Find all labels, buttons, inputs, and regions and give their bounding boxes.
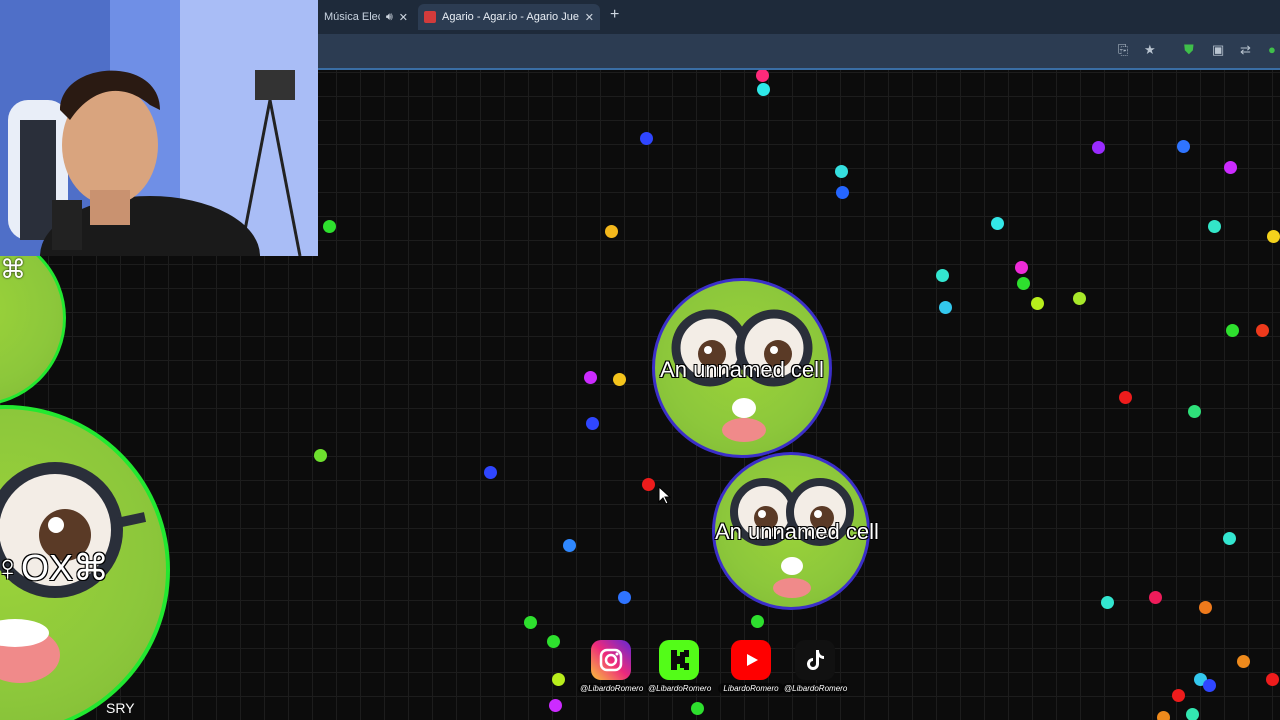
player-cell-name: An unnamed cell <box>660 357 824 382</box>
social-handle: @LibardoRomero <box>578 683 644 694</box>
plus-icon[interactable]: + <box>610 6 619 24</box>
enemy-cell-large: ♀OX⌘ <box>0 405 170 720</box>
food-pellet <box>1266 673 1279 686</box>
food-pellet <box>1092 141 1105 154</box>
player-cell: An unnamed cell <box>712 452 879 610</box>
food-pellet <box>1226 324 1239 337</box>
youtube-icon <box>731 640 771 680</box>
mouse-cursor-icon <box>658 486 672 505</box>
food-pellet <box>1199 601 1212 614</box>
food-pellet <box>1188 405 1201 418</box>
food-pellet <box>751 615 764 628</box>
food-pellet <box>1172 689 1185 702</box>
enemy-cell-name: ♀OX⌘ <box>0 547 110 588</box>
food-pellet <box>524 616 537 629</box>
social-handle: LibardoRomero <box>718 683 784 694</box>
food-pellet <box>835 165 848 178</box>
tab-label: Música Electr <box>324 11 380 23</box>
social-handle: @LibardoRomero <box>782 683 848 694</box>
install-icon[interactable]: ⎘ <box>1118 42 1128 58</box>
food-pellet <box>836 186 849 199</box>
food-pellet <box>323 220 336 233</box>
food-pellet <box>1031 297 1044 310</box>
kick-icon <box>659 640 699 680</box>
browser-tab-bar: Música Electr 🔊︎ ✕ Agario - Agar.io - Ag… <box>318 0 1280 34</box>
food-pellet <box>1015 261 1028 274</box>
shield-icon[interactable]: ⛊ <box>1184 42 1194 58</box>
food-pellet <box>547 635 560 648</box>
player-cell-name: An unnamed cell <box>715 519 879 544</box>
food-pellet <box>1203 679 1216 692</box>
close-icon[interactable]: ✕ <box>399 11 408 24</box>
tab-agario[interactable]: Agario - Agar.io - Agario Juego ✕ <box>418 4 600 30</box>
food-pellet <box>484 466 497 479</box>
food-pellet <box>757 83 770 96</box>
food-pellet <box>991 217 1004 230</box>
webcam-scene <box>0 0 318 256</box>
star-icon[interactable]: ★ <box>1144 42 1156 58</box>
social-kick[interactable]: @LibardoRomero <box>646 640 712 694</box>
instagram-icon <box>591 640 631 680</box>
food-pellet <box>1073 292 1086 305</box>
food-pellet <box>314 449 327 462</box>
food-pellet <box>1149 591 1162 604</box>
food-pellet <box>586 417 599 430</box>
social-instagram[interactable]: @LibardoRomero <box>578 640 644 694</box>
food-pellet <box>1256 324 1269 337</box>
food-pellet <box>1157 711 1170 720</box>
food-pellet <box>613 373 626 386</box>
food-pellet <box>549 699 562 712</box>
food-pellet <box>1237 655 1250 668</box>
food-pellet <box>584 371 597 384</box>
food-pellet <box>1186 708 1199 720</box>
social-overlay: @LibardoRomero @LibardoRomero LibardoRom… <box>570 640 850 706</box>
food-pellet <box>1208 220 1221 233</box>
food-pellet <box>1224 161 1237 174</box>
agario-favicon-icon <box>424 11 436 23</box>
food-pellet <box>1177 140 1190 153</box>
food-pellet <box>1119 391 1132 404</box>
webcam-overlay <box>0 0 318 256</box>
media-icon[interactable]: ⇄ <box>1240 42 1251 58</box>
food-pellet <box>936 269 949 282</box>
food-pellet <box>1101 596 1114 609</box>
tab-label: Agario - Agar.io - Agario Juego <box>442 11 579 23</box>
social-handle: @LibardoRomero <box>646 683 712 694</box>
food-pellet <box>939 301 952 314</box>
food-pellet <box>756 69 769 82</box>
social-youtube[interactable]: LibardoRomero <box>718 640 784 694</box>
tab-music[interactable]: Música Electr 🔊︎ ✕ <box>318 4 414 30</box>
bottom-label: SRY <box>106 700 135 716</box>
food-pellet <box>1017 277 1030 290</box>
player-cell: An unnamed cell <box>652 278 832 458</box>
food-pellet <box>605 225 618 238</box>
tiktok-icon <box>795 640 835 680</box>
food-pellet <box>563 539 576 552</box>
extension-icon[interactable]: ● <box>1268 42 1276 57</box>
food-pellet <box>552 673 565 686</box>
food-pellet <box>1267 230 1280 243</box>
extension-icon[interactable]: ▣ <box>1212 42 1224 58</box>
close-icon[interactable]: ✕ <box>585 11 594 24</box>
food-pellet <box>618 591 631 604</box>
browser-toolbar: ⎘ ★ ⛊ ▣ ⇄ ● <box>318 34 1280 70</box>
food-pellet <box>640 132 653 145</box>
speaker-icon[interactable]: 🔊︎ <box>386 11 393 24</box>
food-pellet <box>1223 532 1236 545</box>
social-tiktok[interactable]: @LibardoRomero <box>782 640 848 694</box>
enemy-cell-mark: ⌘ <box>0 254 26 284</box>
food-pellet <box>642 478 655 491</box>
